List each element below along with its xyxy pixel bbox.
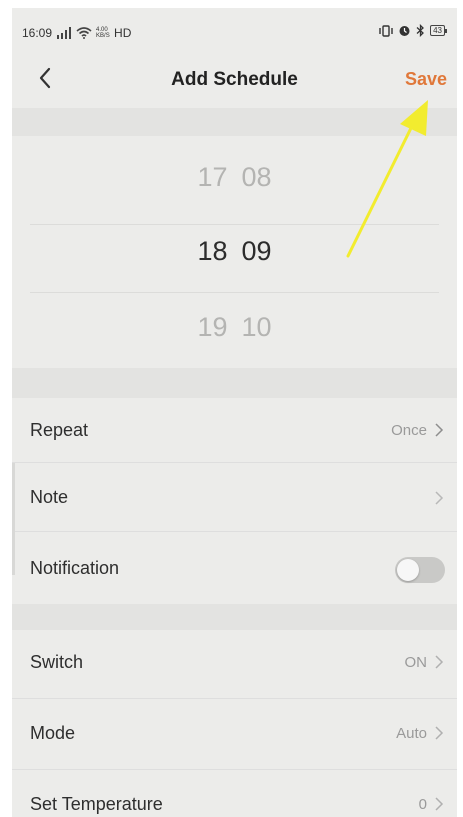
note-row[interactable]: Note [12,463,457,531]
phone-screen: 16:09 4.00 KB/S HD 43 Add Schedule Save … [12,8,457,817]
status-hd: HD [114,26,132,40]
picker-hour: 17 [197,162,228,192]
picker-minute: 08 [241,162,272,192]
chevron-right-icon [435,423,444,437]
wifi-icon [76,27,92,39]
picker-selection-line-bottom [30,292,439,293]
switch-label: Switch [30,652,84,672]
picker-selection-line-top [30,224,439,225]
picker-row-selected[interactable]: 18 09 [12,236,457,267]
picker-row-previous[interactable]: 17 08 [12,162,457,193]
notification-label: Notification [30,558,120,578]
time-picker[interactable]: 17 08 18 09 19 10 [12,136,457,368]
chevron-right-icon [435,726,444,740]
nav-bar: Add Schedule Save [12,52,457,108]
toggle-knob [397,559,419,581]
repeat-value: Once [391,422,427,439]
section-spacer [12,604,457,630]
switch-value: ON [404,654,428,671]
alarm-icon [399,26,410,36]
status-network-rate: 4.00 KB/S [96,27,110,39]
repeat-row[interactable]: Repeat Once [12,398,457,462]
picker-hour: 19 [197,312,228,342]
status-time: 16:09 [22,26,53,40]
picker-minute: 10 [241,312,272,342]
repeat-label: Repeat [30,420,89,440]
picker-hour-selected: 18 [197,236,228,266]
status-bar: 16:09 4.00 KB/S HD 43 [12,8,457,52]
notification-row: Notification [12,532,457,604]
vibrate-icon [379,24,393,37]
mode-label: Mode [30,723,76,743]
mode-row[interactable]: Mode Auto [12,699,457,769]
set-temperature-row[interactable]: Set Temperature 0 [12,770,457,817]
set-temperature-value: 0 [418,796,427,813]
page-title: Add Schedule [171,69,298,90]
chevron-right-icon [435,797,444,811]
notification-toggle[interactable] [395,557,445,583]
battery-icon: 43 [430,25,447,36]
chevron-right-icon [435,491,444,505]
note-label: Note [30,487,69,507]
picker-row-next[interactable]: 19 10 [12,312,457,343]
signal-icon [57,27,72,39]
section-spacer [12,108,457,136]
status-left: 16:09 4.00 KB/S HD [22,26,131,40]
picker-minute-selected: 09 [241,236,272,266]
set-temperature-label: Set Temperature [30,794,163,814]
mode-value: Auto [396,725,427,742]
chevron-right-icon [435,655,444,669]
edge-mark [12,463,15,575]
switch-row[interactable]: Switch ON [12,630,457,698]
save-button[interactable]: Save [405,69,447,90]
bluetooth-icon [416,24,425,37]
status-right: 43 [379,24,447,37]
section-spacer [12,368,457,398]
